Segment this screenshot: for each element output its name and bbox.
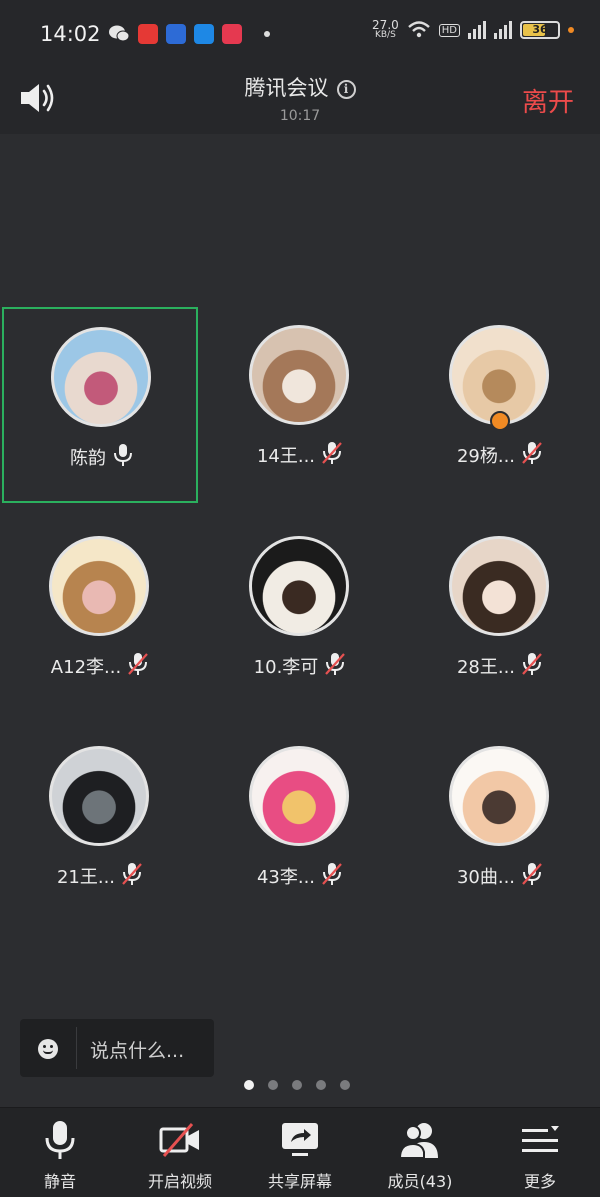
participant-tile[interactable]: 14王... [202, 307, 398, 503]
participant-name: 29杨... [456, 446, 516, 467]
participant-tile[interactable]: 30曲... [402, 728, 598, 924]
more-notifications-dot [264, 31, 270, 37]
meeting-title: 腾讯会议 [244, 76, 329, 100]
charging-dot [568, 27, 574, 33]
leave-button[interactable]: 离开 [522, 82, 574, 119]
battery-icon: 36 [520, 21, 560, 39]
bottom-toolbar: 静音 开启视频 共享屏幕 成员(43) 更多 [0, 1107, 600, 1197]
emoji-icon[interactable] [38, 1039, 58, 1059]
chat-input[interactable]: 说点什么... [20, 1019, 214, 1077]
share-screen-icon [282, 1123, 318, 1156]
participant-avatar [51, 327, 151, 427]
page-dot[interactable] [340, 1080, 350, 1090]
participant-name: 14王... [256, 446, 316, 467]
meeting-title-block: 腾讯会议 i 10:17 [0, 72, 600, 124]
participant-tile[interactable]: 10.李可 [202, 518, 398, 714]
network-speed-value: 27.0 [372, 18, 399, 32]
start-video-button[interactable]: 开启视频 [120, 1108, 240, 1197]
participant-name: 43李... [256, 867, 316, 888]
status-time: 14:02 [40, 22, 101, 46]
participant-tile[interactable]: 43李... [202, 728, 398, 924]
mute-label: 静音 [43, 1172, 76, 1191]
signal-icon [494, 21, 512, 39]
participant-name-line: 陈韵 [4, 443, 200, 470]
app-notification-icon [222, 24, 242, 44]
participant-avatar [249, 536, 349, 636]
hd-badge: HD [438, 23, 460, 37]
participant-name-line: 30曲... [402, 862, 598, 889]
participant-avatar [449, 536, 549, 636]
share-screen-label: 共享屏幕 [267, 1172, 332, 1191]
participant-name-line: A12李... [2, 652, 198, 679]
info-icon[interactable]: i [336, 80, 356, 99]
participant-avatar [249, 325, 349, 425]
status-bar: 14:02 27.0 KB/S HD 36 [0, 0, 600, 68]
microphone-muted-icon [128, 653, 149, 675]
participant-tile[interactable]: 陈韵 [2, 307, 198, 503]
participant-name-line: 29杨... [402, 441, 598, 468]
microphone-muted-icon [322, 863, 342, 885]
participant-name: 10.李可 [253, 657, 319, 678]
signal-icon [468, 21, 486, 39]
members-button[interactable]: 成员(43) [360, 1108, 480, 1197]
host-badge-icon [490, 411, 510, 431]
participant-avatar [49, 536, 149, 636]
participant-name-line: 10.李可 [202, 652, 398, 679]
chat-placeholder: 说点什么... [90, 1040, 185, 1062]
participant-name-line: 28王... [402, 652, 598, 679]
page-dot[interactable] [268, 1080, 278, 1090]
participant-tile[interactable]: 29杨... [402, 307, 598, 503]
participant-tile[interactable]: A12李... [2, 518, 198, 714]
page-dot[interactable] [244, 1080, 254, 1090]
start-video-label: 开启视频 [147, 1172, 212, 1191]
participant-name-line: 14王... [202, 441, 398, 468]
participant-name-line: 21王... [2, 862, 198, 889]
microphone-muted-icon [325, 653, 346, 675]
members-icon [398, 1123, 438, 1159]
video-camera-off-icon [159, 1123, 199, 1157]
page-dot[interactable] [292, 1080, 302, 1090]
participant-avatar [449, 325, 549, 425]
members-label: 成员(43) [387, 1172, 453, 1191]
participant-name-line: 43李... [202, 862, 398, 889]
network-speed: 27.0 KB/S [372, 18, 399, 40]
participant-name: 21王... [56, 867, 116, 888]
mute-button[interactable]: 静音 [0, 1108, 120, 1197]
participant-avatar [249, 746, 349, 846]
participant-name: A12李... [50, 657, 122, 678]
participant-avatar [449, 746, 549, 846]
share-screen-button[interactable]: 共享屏幕 [240, 1108, 360, 1197]
page-indicator[interactable] [244, 1080, 350, 1090]
battery-level: 36 [532, 23, 548, 36]
divider [76, 1027, 77, 1069]
more-button[interactable]: 更多 [480, 1108, 600, 1197]
microphone-muted-icon [522, 863, 542, 885]
app-notification-icon [166, 24, 186, 44]
participant-avatar [49, 746, 149, 846]
meeting-header: 腾讯会议 i 10:17 离开 [0, 68, 600, 134]
more-menu-icon [522, 1126, 559, 1152]
microphone-muted-icon [322, 442, 342, 464]
microphone-muted-icon [122, 863, 142, 885]
participant-tile[interactable]: 21王... [2, 728, 198, 924]
microphone-muted-icon [522, 442, 542, 464]
participant-tile[interactable]: 28王... [402, 518, 598, 714]
page-dot[interactable] [316, 1080, 326, 1090]
participant-name: 30曲... [456, 867, 516, 888]
meeting-duration: 10:17 [279, 108, 321, 124]
microphone-muted-icon [522, 653, 542, 675]
wifi-icon [407, 21, 430, 38]
participant-name: 陈韵 [70, 448, 106, 469]
microphone-icon [114, 444, 132, 466]
microphone-icon [45, 1121, 75, 1159]
more-label: 更多 [523, 1172, 556, 1191]
wechat-icon [109, 25, 130, 42]
app-notification-icon [194, 24, 214, 44]
network-speed-unit: KB/S [374, 30, 396, 40]
participant-name: 28王... [456, 657, 516, 678]
notification-icons [108, 24, 270, 44]
app-notification-icon [138, 24, 158, 44]
